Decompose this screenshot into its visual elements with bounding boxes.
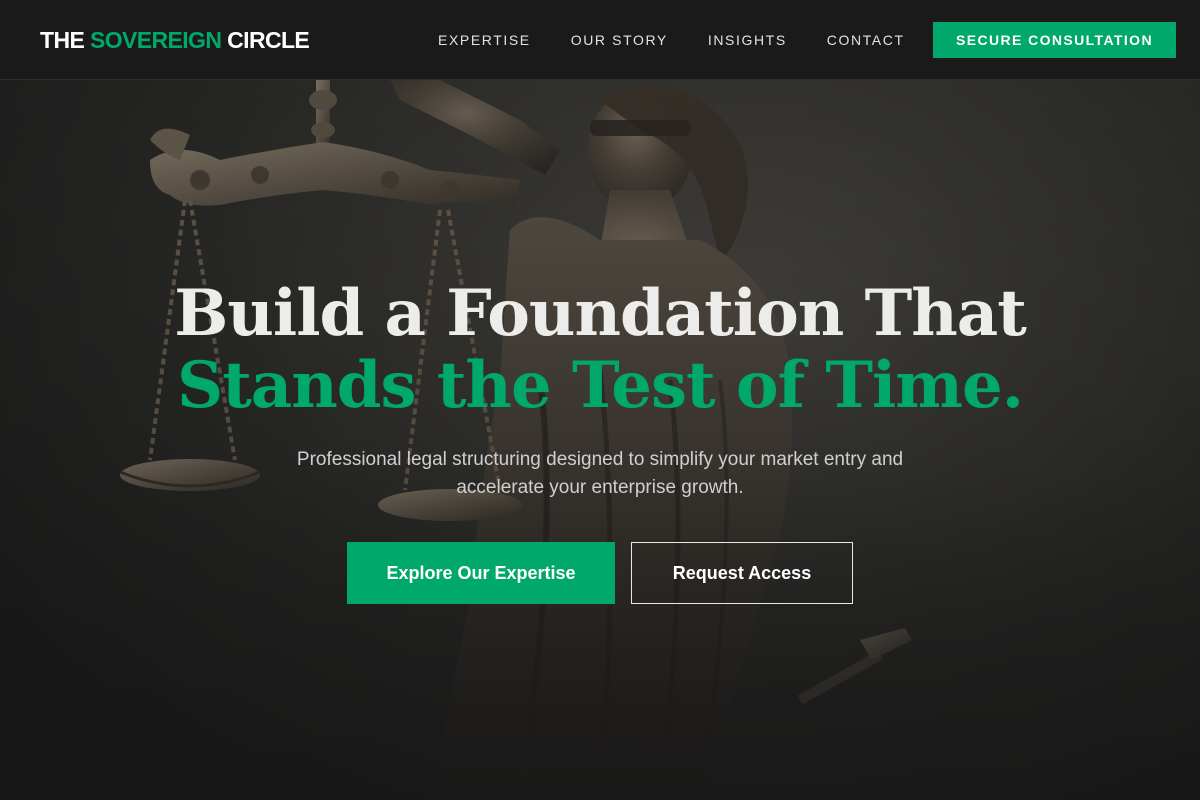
main-nav: EXPERTISE OUR STORY INSIGHTS CONTACT (438, 31, 945, 49)
hero-section: Build a Foundation That Stands the Test … (0, 80, 1200, 800)
hero-headline-line-1: Build a Foundation That (174, 276, 1027, 351)
brand-logo[interactable]: THE SOVEREIGN CIRCLE (40, 26, 310, 54)
hero-overlay (0, 80, 1200, 800)
site-header: THE SOVEREIGN CIRCLE EXPERTISE OUR STORY… (0, 0, 1200, 80)
nav-link-our-story[interactable]: OUR STORY (571, 31, 668, 49)
explore-expertise-button[interactable]: Explore Our Expertise (347, 542, 615, 604)
hero-headline: Build a Foundation That Stands the Test … (0, 278, 1200, 422)
brand-logo-suffix: CIRCLE (227, 27, 310, 53)
request-access-button[interactable]: Request Access (631, 542, 853, 604)
nav-link-expertise[interactable]: EXPERTISE (438, 31, 531, 49)
nav-link-insights[interactable]: INSIGHTS (708, 31, 787, 49)
brand-logo-prefix: THE (40, 27, 85, 53)
brand-logo-accent: SOVEREIGN (90, 27, 222, 53)
nav-link-contact[interactable]: CONTACT (827, 31, 905, 49)
hero-subtext: Professional legal structuring designed … (296, 449, 904, 498)
hero-headline-line-2: Stands the Test of Time. (177, 348, 1024, 423)
secure-consultation-button[interactable]: SECURE CONSULTATION (933, 22, 1176, 58)
